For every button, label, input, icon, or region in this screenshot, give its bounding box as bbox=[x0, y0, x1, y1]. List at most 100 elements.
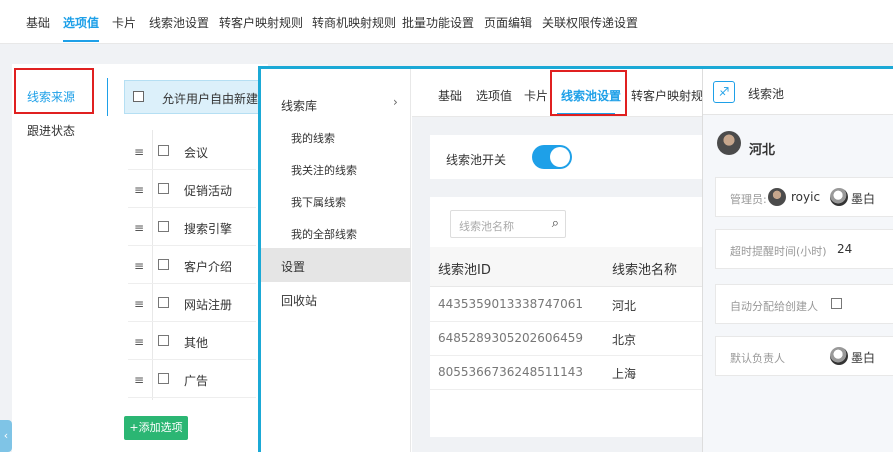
auto-assign-checkbox[interactable] bbox=[831, 298, 842, 309]
pool-id: 8055366736248511143 bbox=[438, 365, 584, 379]
option-label: 客户介绍 bbox=[184, 260, 233, 274]
auto-assign-field: 自动分配给创建人 bbox=[715, 284, 893, 324]
option-checkbox[interactable] bbox=[158, 297, 169, 308]
active-tab-underline bbox=[63, 40, 99, 42]
pool-name: 河北 bbox=[612, 299, 637, 313]
menu-settings[interactable]: 设置 bbox=[281, 258, 305, 275]
timeout-value[interactable]: 24 bbox=[837, 242, 852, 256]
pool-name: 北京 bbox=[612, 333, 637, 347]
default-owner-field: 默认负责人 墨白 bbox=[715, 336, 893, 376]
detail-title: 线索池 bbox=[748, 87, 785, 101]
tab-opportunity-mapping[interactable]: 转商机映射规则 bbox=[312, 14, 396, 31]
auto-assign-label: 自动分配给创建人 bbox=[730, 300, 818, 313]
pool-name: 上海 bbox=[612, 367, 637, 381]
expand-tab-icon[interactable]: ‹ bbox=[0, 420, 12, 452]
table-header: 线索池ID 线索池名称 bbox=[430, 247, 702, 287]
option-row: ≡ 搜索引擎 bbox=[128, 208, 256, 246]
timeout-field: 超时提醒时间(小时) 24 bbox=[715, 229, 893, 269]
option-checkbox[interactable] bbox=[158, 183, 169, 194]
tab-page-edit[interactable]: 页面编辑 bbox=[484, 14, 532, 31]
pool-switch-label: 线索池开关 bbox=[446, 153, 507, 167]
pool-avatar bbox=[717, 131, 741, 155]
table-row[interactable]: 6485289305202606459 北京 bbox=[430, 322, 702, 356]
admin-name[interactable]: royic bbox=[791, 190, 820, 204]
pool-detail-panel: ♐ 线索池 河北 管理员: royic 墨白 超时提醒时间(小时) 24 自动分… bbox=[702, 69, 893, 452]
table-row[interactable]: 8055366736248511143 上海 bbox=[430, 356, 702, 390]
pool-switch-toggle[interactable] bbox=[532, 145, 572, 169]
menu-recycle-bin[interactable]: 回收站 bbox=[281, 292, 317, 309]
option-label: 其他 bbox=[184, 336, 209, 350]
chevron-right-icon[interactable]: › bbox=[393, 95, 398, 109]
option-row: ≡ 网站注册 bbox=[128, 284, 256, 322]
admin-name[interactable]: 墨白 bbox=[851, 190, 875, 207]
tab-lead-pool[interactable]: 线索池设置 bbox=[149, 14, 209, 31]
menu-subordinate-leads[interactable]: 我下属线索 bbox=[291, 194, 346, 210]
highlight-box-lead-pool-tab bbox=[550, 70, 627, 116]
add-option-button[interactable]: +添加选项 bbox=[124, 416, 188, 440]
option-label: 广告 bbox=[184, 374, 209, 388]
drag-handle-icon[interactable]: ≡ bbox=[134, 145, 144, 159]
allow-free-create-bar: 允许用户自由新建 bbox=[124, 80, 264, 114]
option-checkbox[interactable] bbox=[158, 335, 169, 346]
tab-permission-pass[interactable]: 关联权限传递设置 bbox=[542, 14, 638, 31]
avatar bbox=[830, 188, 848, 206]
pool-id: 4435359013338747061 bbox=[438, 297, 584, 311]
tab-basic[interactable]: 基础 bbox=[438, 87, 462, 104]
option-checkbox[interactable] bbox=[158, 221, 169, 232]
search-placeholder: 线索池名称 bbox=[459, 220, 514, 233]
option-label: 促销活动 bbox=[184, 184, 233, 198]
lead-pool-icon: ♐ bbox=[713, 81, 735, 103]
tab-card[interactable]: 卡片 bbox=[524, 87, 548, 104]
drag-handle-icon[interactable]: ≡ bbox=[134, 259, 144, 273]
option-row: ≡ 会议 bbox=[128, 132, 256, 170]
lead-pool-settings: 基础 选项值 卡片 线索池设置 转客户映射规则 线索池开关 线索池名称 ⌕ 线索… bbox=[412, 69, 715, 452]
default-owner-name[interactable]: 墨白 bbox=[851, 349, 875, 366]
field-menu: 线索来源 跟进状态 bbox=[12, 64, 109, 452]
pool-name-title: 河北 bbox=[749, 143, 776, 158]
drag-handle-icon[interactable]: ≡ bbox=[134, 373, 144, 387]
menu-followed-leads[interactable]: 我关注的线索 bbox=[291, 162, 357, 178]
avatar bbox=[768, 188, 786, 206]
allow-free-create-checkbox[interactable] bbox=[133, 91, 144, 102]
detail-header: ♐ 线索池 bbox=[703, 69, 893, 115]
pool-switch-card: 线索池开关 bbox=[430, 135, 702, 179]
option-checkbox[interactable] bbox=[158, 145, 169, 156]
option-checkbox[interactable] bbox=[158, 373, 169, 384]
lead-sidebar: 线索库 › 我的线索 我关注的线索 我下属线索 我的全部线索 设置 回收站 bbox=[261, 69, 411, 452]
drag-handle-icon[interactable]: ≡ bbox=[134, 183, 144, 197]
option-row: ≡ 促销活动 bbox=[128, 170, 256, 208]
allow-free-create-label: 允许用户自由新建 bbox=[162, 92, 259, 106]
drag-handle-icon[interactable]: ≡ bbox=[134, 335, 144, 349]
drag-handle-icon[interactable]: ≡ bbox=[134, 221, 144, 235]
admin-field: 管理员: royic 墨白 bbox=[715, 177, 893, 217]
lead-pool-overlay: 线索库 › 我的线索 我关注的线索 我下属线索 我的全部线索 设置 回收站 基础… bbox=[258, 66, 893, 452]
toggle-knob bbox=[550, 147, 570, 167]
option-label: 搜索引擎 bbox=[184, 222, 233, 236]
table-row[interactable]: 4435359013338747061 河北 bbox=[430, 288, 702, 322]
top-nav: 基础 选项值 卡片 线索池设置 转客户映射规则 转商机映射规则 批量功能设置 页… bbox=[0, 0, 893, 44]
menu-my-leads[interactable]: 我的线索 bbox=[291, 130, 335, 146]
column-header-id: 线索池ID bbox=[438, 263, 491, 278]
option-row: ≡ 广告 bbox=[128, 360, 256, 398]
timeout-label: 超时提醒时间(小时) bbox=[730, 245, 827, 258]
tab-card[interactable]: 卡片 bbox=[112, 14, 136, 31]
avatar bbox=[830, 347, 848, 365]
pool-table-card: 线索池名称 ⌕ 线索池ID 线索池名称 4435359013338747061 … bbox=[430, 197, 702, 437]
tab-basic[interactable]: 基础 bbox=[26, 14, 50, 31]
search-icon[interactable]: ⌕ bbox=[552, 216, 559, 231]
pool-id: 6485289305202606459 bbox=[438, 331, 584, 345]
tab-options[interactable]: 选项值 bbox=[63, 14, 99, 31]
pool-search-input[interactable]: 线索池名称 ⌕ bbox=[450, 210, 566, 238]
menu-lead-library[interactable]: 线索库 bbox=[281, 97, 317, 114]
option-checkbox[interactable] bbox=[158, 259, 169, 270]
tab-customer-mapping[interactable]: 转客户映射规则 bbox=[219, 14, 303, 31]
column-header-name: 线索池名称 bbox=[612, 263, 678, 278]
default-owner-label: 默认负责人 bbox=[730, 352, 785, 365]
option-row: ≡ 客户介绍 bbox=[128, 246, 256, 284]
tab-options[interactable]: 选项值 bbox=[476, 87, 512, 104]
option-label: 会议 bbox=[184, 146, 209, 160]
menu-all-leads[interactable]: 我的全部线索 bbox=[291, 226, 357, 242]
tab-batch-settings[interactable]: 批量功能设置 bbox=[402, 14, 474, 31]
menu-item-follow-status[interactable]: 跟进状态 bbox=[27, 122, 75, 139]
drag-handle-icon[interactable]: ≡ bbox=[134, 297, 144, 311]
